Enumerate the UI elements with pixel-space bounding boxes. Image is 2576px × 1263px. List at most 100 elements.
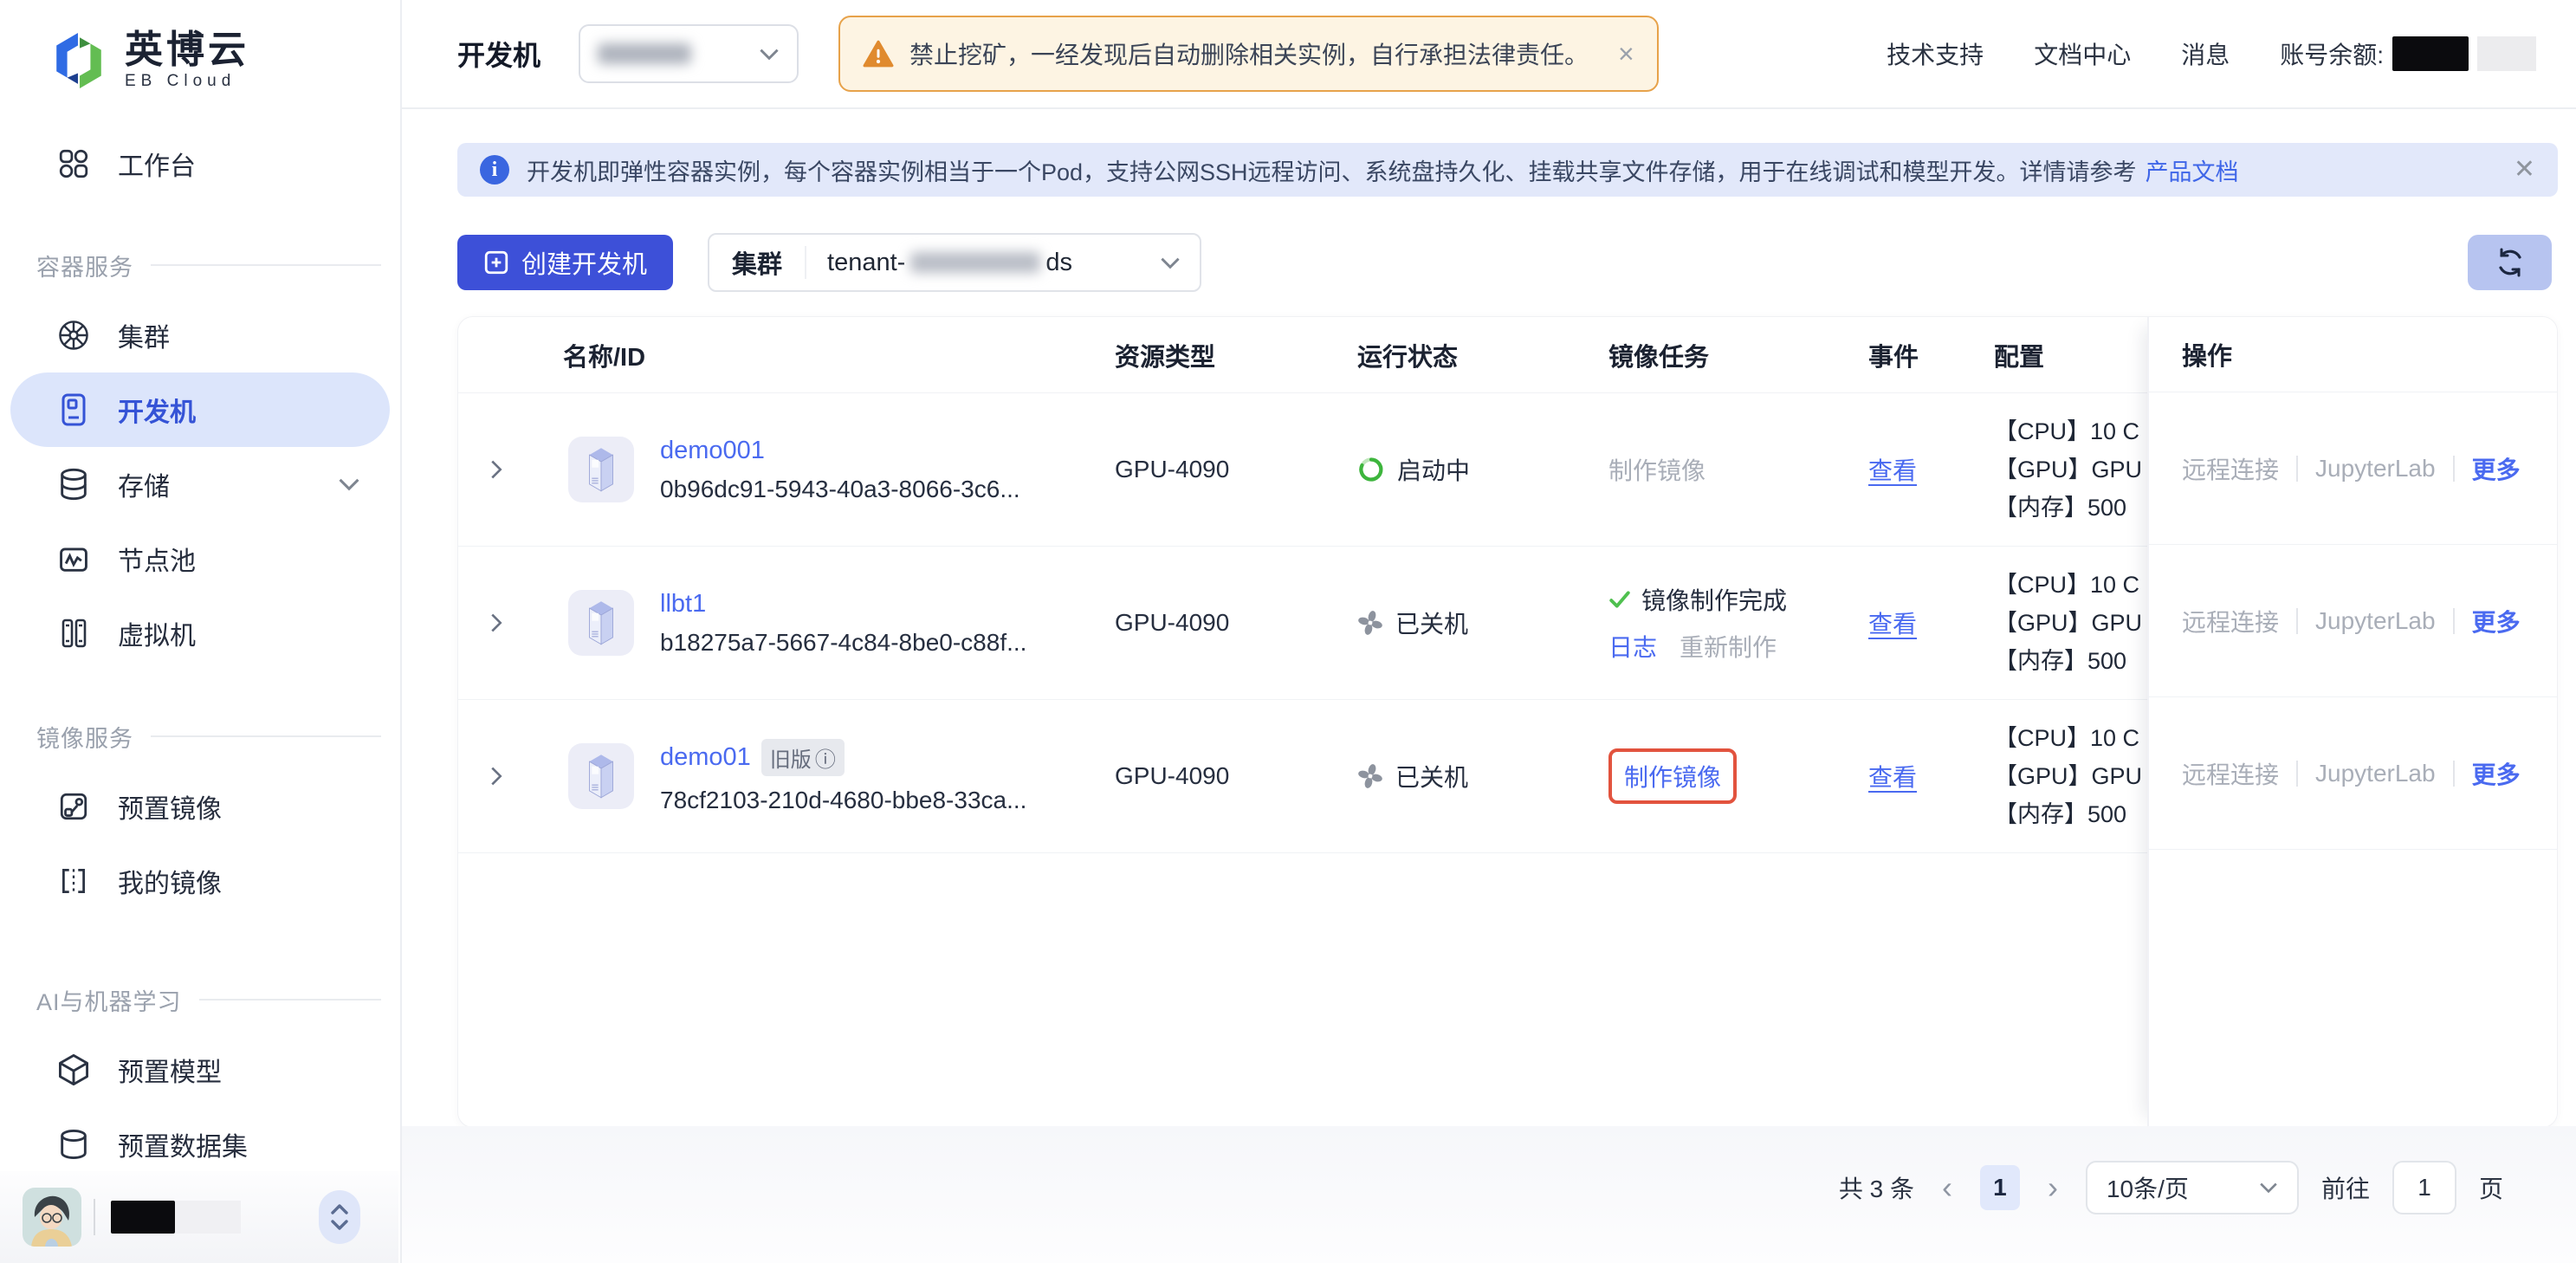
chevron-down-icon [2259,1182,2278,1194]
next-page-icon[interactable]: › [2042,1172,2063,1203]
sidebar-item-vm[interactable]: 虚拟机 [0,596,400,670]
goto-page-input[interactable]: 1 [2392,1161,2456,1214]
topbar-links: 技术支持 文档中心 消息 账号余额: [1887,36,2536,71]
redacted-balance-2 [2477,36,2536,71]
event-view-link[interactable]: 查看 [1868,764,1917,791]
sidebar-item-label: 开发机 [118,391,196,429]
sidebar-item-storage[interactable]: 存储 [0,447,400,521]
log-link[interactable]: 日志 [1608,629,1657,664]
avatar[interactable] [23,1188,81,1247]
sidebar-item-preset-images[interactable]: 预置镜像 [0,769,400,844]
cluster-value-prefix: tenant- [827,249,905,277]
sidebar-item-my-images[interactable]: 我的镜像 [0,844,400,918]
header-resource-type: 资源类型 [1115,337,1357,373]
my-image-icon [55,863,92,899]
expand-chevron-icon[interactable] [488,612,505,634]
section-ai-ml: AI与机器学习 [0,982,400,1017]
rebuild-link[interactable]: 重新制作 [1680,629,1777,664]
legacy-badge-label: 旧版 [770,742,812,773]
section-container-services: 容器服务 [0,248,400,282]
jupyterlab-link[interactable]: JupyterLab [2315,455,2436,483]
sidebar: 英博云 EB Cloud 工作台 容器服务 [0,0,402,1263]
nav-doc-center[interactable]: 文档中心 [2034,36,2131,71]
info-circle-icon: ⓘ [815,742,836,773]
nodepool-chart-icon [55,541,92,577]
event-view-link[interactable]: 查看 [1868,457,1917,484]
header-operations: 操作 [2149,317,2557,392]
warning-text: 禁止挖矿，一经发现后自动删除相关实例，自行承担法律责任。 [909,36,1589,71]
config-gpu: 【GPU】GPU [1994,604,2152,642]
config-cpu: 【CPU】10 C [1994,566,2152,604]
highlight-box: 制作镜像 [1608,748,1737,804]
server-icon [568,590,634,656]
main-area: 开发机 禁止挖矿，一经发现后自动删除相关实例，自行承担法律责任。 × 技术支持 … [402,0,2576,1263]
resource-type: GPU-4090 [1115,609,1357,637]
refresh-button[interactable] [2468,235,2552,290]
pagination: 共 3 条 ‹ 1 › 10条/页 前往 1 页 [1839,1161,2503,1214]
config-mem: 【内存】500 [1994,642,2152,680]
redacted-cluster-middle [910,252,1040,273]
jupyterlab-link[interactable]: JupyterLab [2315,760,2436,787]
create-devmachine-button[interactable]: 创建开发机 [457,235,673,290]
ops-divider [2296,456,2298,482]
refresh-icon [2493,245,2527,280]
total-count: 共 3 条 [1839,1170,1914,1205]
more-link[interactable]: 更多 [2472,451,2521,486]
page-size-select[interactable]: 10条/页 [2086,1161,2299,1214]
sidebar-item-label: 预置模型 [118,1051,222,1089]
sidebar-item-nodepool[interactable]: 节点池 [0,521,400,596]
chevron-down-icon [338,477,360,491]
chevron-down-icon [759,48,780,61]
sidebar-item-preset-models[interactable]: 预置模型 [0,1033,400,1107]
cluster-select[interactable]: 集群 tenant- ds [708,233,1201,292]
instance-name-link[interactable]: demo001 [660,437,1020,465]
sidebar-item-devmachine[interactable]: 开发机 [10,372,390,447]
image-task-disabled: 制作镜像 [1608,457,1705,484]
toolbar: 创建开发机 集群 tenant- ds [457,233,2552,292]
prev-page-icon[interactable]: ‹ [1937,1172,1958,1203]
warning-close-icon[interactable]: × [1618,40,1634,68]
env-select[interactable] [579,24,799,83]
sidebar-item-label: 我的镜像 [118,862,222,900]
row-operations: 远程连接 JupyterLab 更多 [2149,697,2557,850]
cube-icon [55,1052,92,1088]
sidebar-item-label: 预置镜像 [118,787,222,826]
account-switcher-button[interactable] [319,1190,360,1244]
resource-type: GPU-4090 [1115,762,1357,790]
operations-sticky-panel: 操作 远程连接 JupyterLab 更多 远程连接 JupyterLab 更多… [2147,317,2557,1127]
more-link[interactable]: 更多 [2472,756,2521,791]
section-image-services: 镜像服务 [0,719,400,754]
banner-close-icon[interactable]: ✕ [2514,157,2535,183]
info-text: 开发机即弹性容器实例，每个容器实例相当于一个Pod，支持公网SSH远程访问、系统… [527,153,2137,187]
instance-id: 78cf2103-210d-4680-bbe8-33ca... [660,787,1026,814]
remote-connect-link[interactable]: 远程连接 [2182,604,2279,638]
goto-label: 前往 [2321,1170,2370,1205]
instance-name-link[interactable]: llbt1 [660,590,1026,619]
nav-tech-support[interactable]: 技术支持 [1887,36,1984,71]
instance-id: 0b96dc91-5943-40a3-8066-3c6... [660,476,1020,503]
sidebar-item-workbench[interactable]: 工作台 [0,126,400,201]
current-page-button[interactable]: 1 [1980,1165,2020,1210]
header-run-status: 运行状态 [1357,337,1608,373]
config-mem: 【内存】500 [1994,795,2152,833]
config-mem: 【内存】500 [1994,489,2152,527]
expand-chevron-icon[interactable] [488,458,505,481]
sidebar-item-cluster[interactable]: 集群 [0,298,400,372]
event-view-link[interactable]: 查看 [1868,611,1917,638]
product-doc-link[interactable]: 产品文档 [2146,153,2239,187]
make-image-link[interactable]: 制作镜像 [1624,764,1721,791]
instance-name-link[interactable]: demo01 [660,743,751,772]
jupyterlab-link[interactable]: JupyterLab [2315,607,2436,635]
cluster-value: tenant- ds [806,249,1160,277]
remote-connect-link[interactable]: 远程连接 [2182,451,2279,486]
fan-stopped-icon [1357,610,1383,636]
section-title: 镜像服务 [36,720,133,754]
more-link[interactable]: 更多 [2472,604,2521,638]
instance-id: b18275a7-5667-4c84-8be0-c88f... [660,629,1026,657]
brand-subtitle: EB Cloud [125,72,249,91]
expand-chevron-icon[interactable] [488,765,505,787]
info-banner: i 开发机即弹性容器实例，每个容器实例相当于一个Pod，支持公网SSH远程访问、… [457,143,2558,197]
row-operations: 远程连接 JupyterLab 更多 [2149,392,2557,545]
nav-messages[interactable]: 消息 [2181,36,2230,71]
remote-connect-link[interactable]: 远程连接 [2182,756,2279,791]
